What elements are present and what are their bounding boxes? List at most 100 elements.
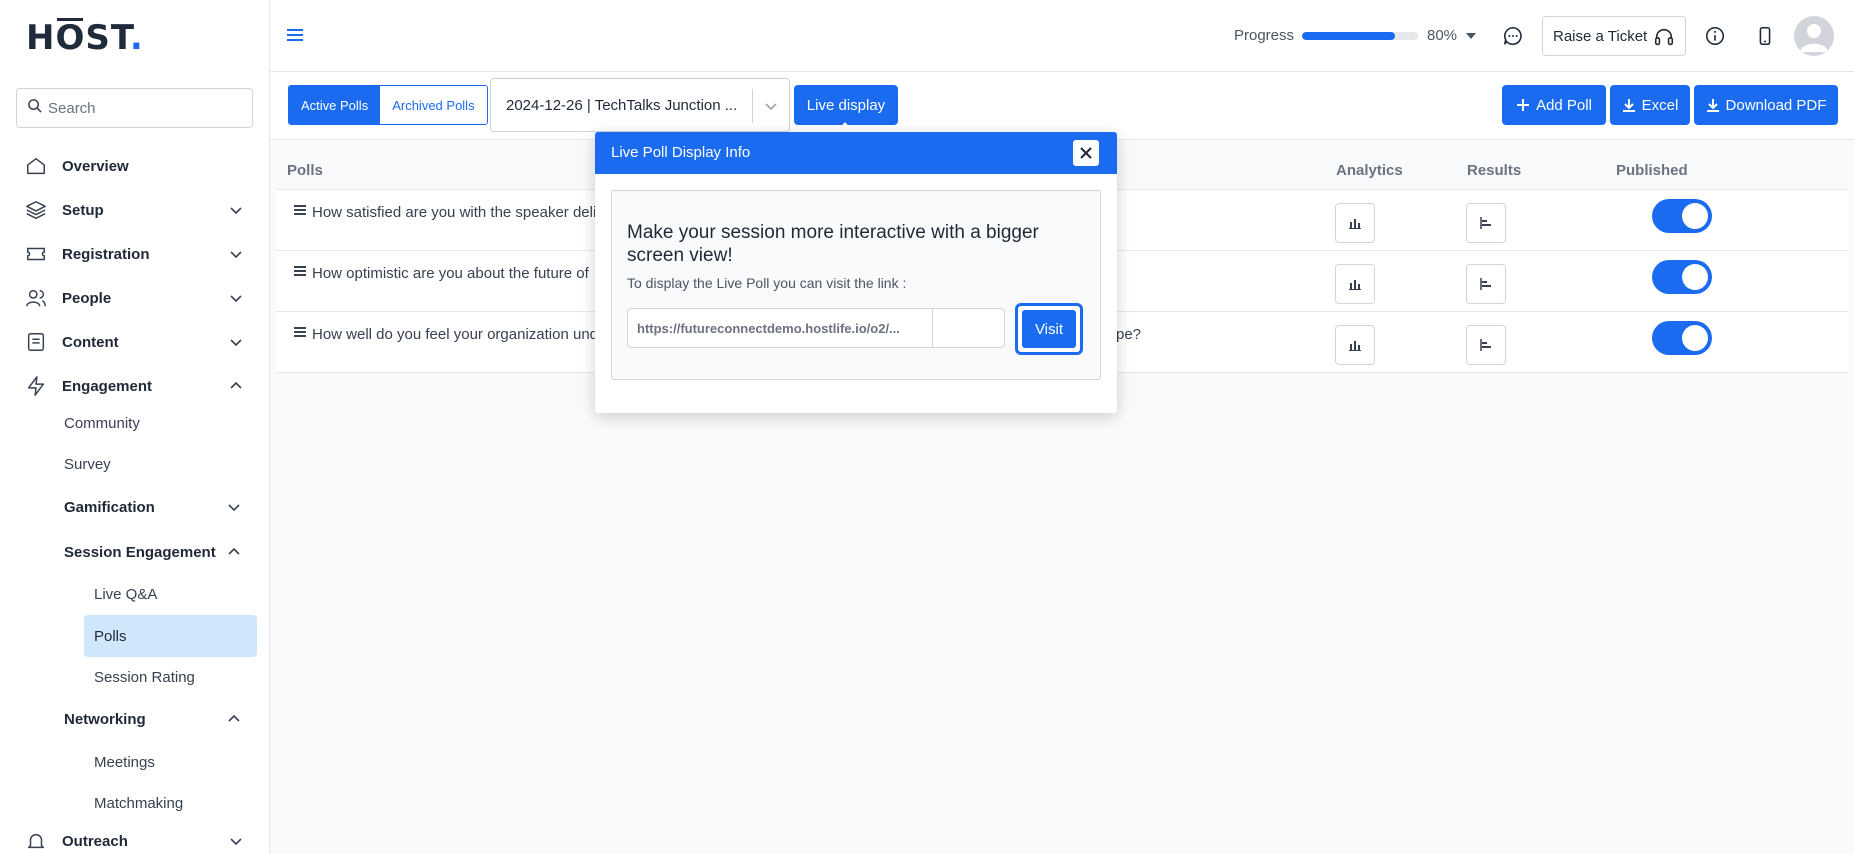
download-icon: [1706, 99, 1719, 112]
poll-question-text: How satisfied are you with the speaker d…: [312, 204, 597, 221]
poll-question-text: How well do you feel your organization u…: [312, 326, 599, 343]
progress-caret-down-icon[interactable]: [1466, 33, 1476, 39]
sidebar-item-networking[interactable]: Networking: [64, 704, 254, 734]
popover-arrow: [836, 122, 854, 132]
sidebar-item-outreach[interactable]: Outreach: [24, 825, 248, 854]
close-icon: [1080, 147, 1092, 159]
home-icon: [24, 154, 48, 178]
sidebar-item-survey[interactable]: Survey: [64, 449, 254, 479]
sidebar-item-registration[interactable]: Registration: [24, 238, 248, 270]
results-bars-icon: [1480, 217, 1491, 229]
sidebar-item-session-rating[interactable]: Session Rating: [84, 656, 257, 698]
poll-question[interactable]: How well do you feel your organization u…: [294, 326, 598, 343]
chat-bubble-icon[interactable]: [1500, 23, 1526, 49]
logo-letter-o: O: [55, 18, 86, 58]
plus-icon: [1517, 99, 1530, 111]
headset-icon: [1654, 28, 1674, 46]
session-select-value: 2024-12-26 | TechTalks Junction ...: [506, 96, 738, 114]
mobile-phone-icon[interactable]: [1752, 23, 1778, 49]
results-button[interactable]: [1466, 264, 1506, 304]
chevron-down-icon: [230, 295, 242, 303]
session-select[interactable]: 2024-12-26 | TechTalks Junction ...: [490, 78, 790, 132]
bar-chart-icon: [1349, 219, 1361, 229]
sidebar-item-overview[interactable]: Overview: [24, 150, 248, 182]
analytics-button[interactable]: [1335, 264, 1375, 304]
bar-chart-icon: [1349, 280, 1361, 290]
bell-icon: [24, 829, 48, 853]
sidebar-item-setup[interactable]: Setup: [24, 194, 248, 226]
sidebar-item-label: Registration: [62, 245, 150, 263]
users-icon: [24, 286, 48, 310]
sidebar-item-label: People: [62, 289, 112, 307]
poll-question-tail: pe?: [1116, 326, 1142, 343]
sidebar-item-label: Outreach: [62, 832, 128, 850]
sidebar-item-label: Content: [62, 333, 119, 351]
sidebar-item-people[interactable]: People: [24, 282, 248, 314]
tab-active-polls[interactable]: Active Polls: [289, 86, 381, 124]
excel-button[interactable]: Excel: [1610, 85, 1690, 125]
polls-toolbar: Active Polls Archived Polls 2024-12-26 |…: [270, 72, 1854, 140]
user-avatar[interactable]: [1794, 16, 1834, 56]
raise-ticket-button[interactable]: Raise a Ticket: [1542, 16, 1686, 56]
live-display-button[interactable]: Live display: [794, 85, 898, 125]
link-field-divider: [932, 309, 933, 347]
hamburger-menu-icon[interactable]: [286, 26, 304, 44]
visit-button[interactable]: Visit: [1022, 310, 1076, 348]
results-button[interactable]: [1466, 325, 1506, 365]
add-poll-button[interactable]: Add Poll: [1502, 85, 1606, 125]
search-icon: [27, 98, 42, 118]
chevron-down-icon: [230, 251, 242, 259]
published-toggle[interactable]: [1652, 321, 1712, 355]
tab-archived-polls[interactable]: Archived Polls: [380, 86, 487, 124]
analytics-button[interactable]: [1335, 203, 1375, 243]
analytics-button[interactable]: [1335, 325, 1375, 365]
progress-label: Progress: [1234, 27, 1295, 44]
sidebar-item-meetings[interactable]: Meetings: [84, 741, 257, 783]
chevron-down-icon: [230, 207, 242, 215]
live-poll-display-modal: Live Poll Display Info Make your session…: [595, 132, 1117, 413]
top-header: Progress 80% Raise a Ticket: [270, 0, 1854, 72]
info-icon[interactable]: [1702, 23, 1728, 49]
close-button[interactable]: [1073, 140, 1099, 166]
excel-label: Excel: [1641, 96, 1679, 114]
poll-question-text: How optimistic are you about the future …: [312, 265, 589, 282]
raise-ticket-label: Raise a Ticket: [1553, 27, 1648, 45]
published-toggle[interactable]: [1652, 199, 1712, 233]
logo-letters-st: ST: [85, 18, 130, 58]
sidebar-item-live-qa[interactable]: Live Q&A: [84, 573, 257, 615]
results-button[interactable]: [1466, 203, 1506, 243]
column-header-published: Published: [1616, 162, 1688, 179]
chevron-up-icon: [228, 547, 240, 555]
search-box[interactable]: [16, 88, 253, 128]
sidebar: HOST. Overview Setup Registration People…: [0, 0, 270, 854]
download-pdf-button[interactable]: Download PDF: [1694, 85, 1838, 125]
logo-letter-h: H: [26, 18, 56, 58]
chevron-down-icon: [230, 339, 242, 347]
poll-question[interactable]: How optimistic are you about the future …: [294, 265, 589, 282]
add-poll-label: Add Poll: [1536, 96, 1592, 114]
logo-dot: .: [129, 18, 144, 58]
column-header-polls: Polls: [287, 162, 323, 179]
progress-bar-fill: [1302, 32, 1395, 40]
drag-handle-icon[interactable]: [294, 326, 306, 338]
drag-handle-icon[interactable]: [294, 204, 306, 216]
host-logo[interactable]: HOST.: [26, 18, 144, 58]
live-poll-link-field[interactable]: https://futureconnectdemo.hostlife.io/o2…: [627, 308, 1005, 348]
drag-handle-icon[interactable]: [294, 265, 306, 277]
sidebar-item-gamification[interactable]: Gamification: [64, 492, 254, 522]
download-pdf-label: Download PDF: [1725, 96, 1827, 114]
sidebar-item-label: Session Engagement: [64, 543, 216, 561]
sidebar-item-engagement[interactable]: Engagement: [24, 370, 248, 402]
search-input[interactable]: [48, 99, 238, 117]
chevron-up-icon: [230, 381, 242, 389]
sidebar-item-matchmaking[interactable]: Matchmaking: [84, 782, 257, 824]
sidebar-item-polls[interactable]: Polls: [84, 615, 257, 657]
bar-chart-icon: [1349, 341, 1361, 351]
sidebar-item-session-engagement[interactable]: Session Engagement: [64, 537, 254, 567]
sidebar-item-content[interactable]: Content: [24, 326, 248, 358]
sidebar-item-community[interactable]: Community: [64, 408, 254, 438]
progress-bar: [1302, 32, 1418, 40]
published-toggle[interactable]: [1652, 260, 1712, 294]
poll-question[interactable]: How satisfied are you with the speaker d…: [294, 204, 596, 221]
download-icon: [1622, 99, 1635, 112]
